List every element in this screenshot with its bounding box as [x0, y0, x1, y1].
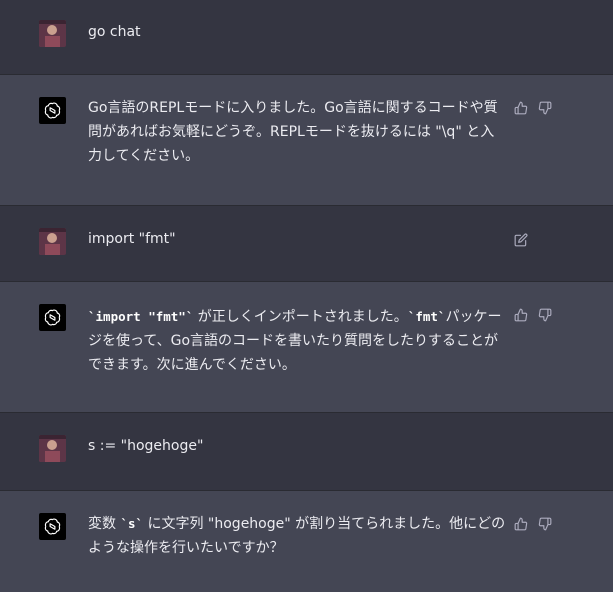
feedback-actions: [513, 307, 553, 323]
thumbs-down-icon[interactable]: [537, 307, 553, 323]
chat-thread: go chat Go言語のREPLモードに入りました。Go言語に関するコードや質…: [0, 0, 613, 592]
user-avatar: [39, 228, 66, 255]
message-row-assistant: `import "fmt"` が正しくインポートされました。`fmt`パッケージ…: [0, 282, 613, 413]
message-row-assistant: 変数 `s` に文字列 "hogehoge" が割り当てられました。他にどのよう…: [0, 491, 613, 592]
inline-code: `s`: [120, 516, 144, 531]
thumbs-down-icon[interactable]: [537, 100, 553, 116]
message-text-part: Go言語のREPLモードに入りました。Go言語に関するコードや質問があればお気軽…: [88, 100, 498, 140]
message-text-part: \q: [441, 124, 456, 140]
user-message-text: s := "hogehoge": [88, 438, 204, 454]
feedback-actions: [513, 516, 553, 532]
message-row-user: import "fmt": [0, 206, 613, 282]
user-avatar: [39, 435, 66, 462]
thumbs-up-icon[interactable]: [513, 100, 529, 116]
openai-logo-icon: [39, 304, 66, 331]
message-row-user: s := "hogehoge": [0, 413, 613, 491]
inline-code: `fmt`: [407, 309, 446, 324]
assistant-message-text: 変数 `s` に文字列 "hogehoge" が割り当てられました。他にどのよう…: [88, 512, 508, 560]
user-message-text: go chat: [88, 24, 141, 40]
openai-logo-icon: [39, 97, 66, 124]
message-text-part: に文字列 "hogehoge" が割り当てられました。他にどのような操作を行いた…: [88, 516, 506, 556]
feedback-actions: [513, 100, 553, 116]
edit-actions: [513, 232, 529, 248]
message-row-user: go chat: [0, 0, 613, 75]
thumbs-up-icon[interactable]: [513, 307, 529, 323]
message-text-part: が正しくインポートされました。: [193, 309, 408, 325]
assistant-message-text: `import "fmt"` が正しくインポートされました。`fmt`パッケージ…: [88, 305, 508, 377]
thumbs-up-icon[interactable]: [513, 516, 529, 532]
thumbs-down-icon[interactable]: [537, 516, 553, 532]
inline-code: `import "fmt"`: [88, 309, 194, 324]
user-message-text: import "fmt": [88, 231, 176, 247]
user-avatar: [39, 20, 66, 47]
message-row-assistant: Go言語のREPLモードに入りました。Go言語に関するコードや質問があればお気軽…: [0, 75, 613, 206]
openai-logo-icon: [39, 513, 66, 540]
edit-icon[interactable]: [513, 232, 529, 248]
assistant-message-text: Go言語のREPLモードに入りました。Go言語に関するコードや質問があればお気軽…: [88, 96, 508, 168]
message-text-part: 変数: [88, 516, 121, 532]
